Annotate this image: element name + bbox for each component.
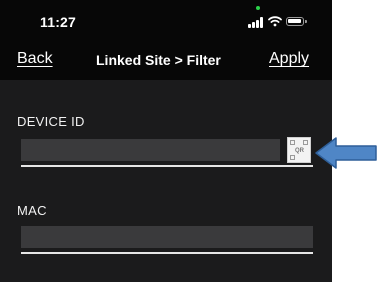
navigation-bar: Back Linked Site > Filter Apply	[0, 42, 332, 80]
annotation-arrow-icon	[315, 137, 377, 169]
phone-screen: 11:27 Back Linked Site > Filter Apply DE…	[0, 0, 332, 282]
qr-corner	[303, 140, 308, 145]
qr-icon: QR	[295, 148, 304, 154]
qr-corner	[290, 140, 295, 145]
device-id-label: DEVICE ID	[17, 114, 85, 129]
device-id-input[interactable]	[21, 139, 280, 161]
page-title: Linked Site > Filter	[96, 52, 221, 68]
status-bar: 11:27	[0, 0, 332, 42]
qr-corner	[290, 155, 295, 160]
battery-icon	[286, 17, 307, 26]
wifi-icon	[268, 16, 282, 27]
back-button[interactable]: Back	[17, 50, 53, 68]
signal-icon	[248, 17, 264, 28]
mac-input[interactable]	[21, 226, 313, 248]
mac-underline	[21, 252, 313, 254]
qr-scan-button[interactable]: QR	[287, 137, 311, 163]
device-id-underline	[21, 165, 313, 167]
status-time: 11:27	[40, 14, 77, 30]
apply-button[interactable]: Apply	[269, 50, 309, 68]
camera-indicator-dot	[256, 6, 260, 10]
mac-label: MAC	[17, 203, 47, 218]
